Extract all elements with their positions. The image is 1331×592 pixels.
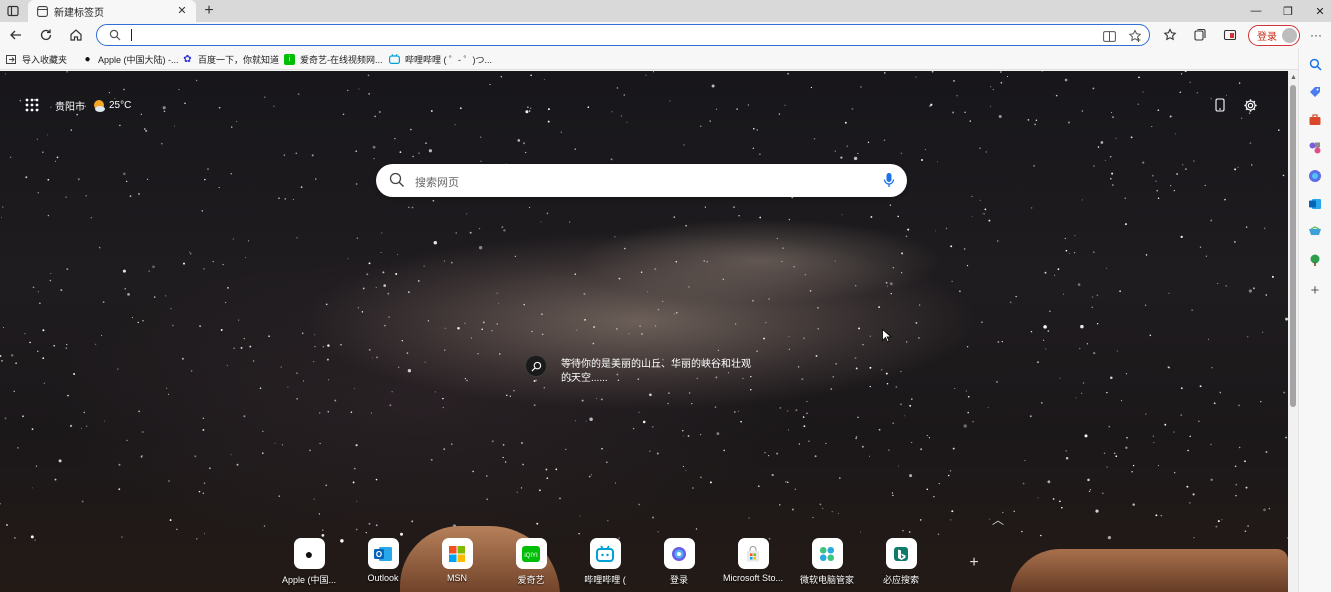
quick-link-iqiyi[interactable]: iQIYI 爱奇艺 — [494, 538, 568, 586]
search-icon — [389, 172, 405, 191]
scroll-up-arrow-icon[interactable]: ▲ — [1290, 74, 1297, 81]
new-tab-icon — [36, 5, 48, 17]
msn-icon — [441, 538, 473, 569]
partly-sunny-icon — [92, 99, 106, 113]
weather-widget[interactable]: 贵阳市 25°C — [55, 98, 131, 113]
tab-strip: 新建标签页 ✕ + — ❐ ✕ — [0, 0, 1331, 22]
toolbar: 登录 ··· — [0, 22, 1331, 48]
sidebar-tools-icon[interactable] — [1307, 112, 1323, 128]
quick-link-bilibili[interactable]: 哔哩哔哩 ( — [568, 538, 642, 586]
image-search-icon[interactable] — [525, 355, 547, 377]
weather-city: 贵阳市 — [55, 102, 85, 113]
favorites-bar: 导入收藏夹 ● Apple (中国大陆) -... ✿ 百度一下，你就知道 i … — [0, 48, 1331, 70]
iqiyi-icon: iQIYI — [515, 538, 547, 569]
mobile-phone-icon[interactable] — [1211, 96, 1229, 114]
add-favorite-icon[interactable] — [1127, 28, 1143, 44]
sidebar-shopping-tag-icon[interactable] — [1307, 84, 1323, 100]
tab-close-icon[interactable]: ✕ — [176, 5, 188, 17]
add-quick-link-button[interactable]: + — [966, 554, 982, 572]
more-menu-icon[interactable]: ··· — [1306, 25, 1326, 45]
collections-icon — [1194, 28, 1206, 41]
page-scrollbar[interactable]: ▲ — [1288, 71, 1298, 592]
outlook-icon: O — [367, 538, 399, 569]
sidebar-add-icon[interactable]: + — [1307, 282, 1323, 299]
back-arrow-icon — [10, 30, 21, 40]
sidebar-games-icon[interactable] — [1307, 140, 1323, 156]
favorite-iqiyi[interactable]: i 爱奇艺-在线视频网... — [284, 51, 383, 67]
starfield-background — [0, 71, 1288, 543]
tab-actions-icon[interactable] — [4, 3, 22, 19]
favorites-star-icon — [1163, 28, 1177, 41]
quick-link-microsoft-store[interactable]: Microsoft Sto... — [716, 538, 790, 583]
refresh-button[interactable] — [36, 25, 56, 45]
page-settings-gear-icon[interactable] — [1241, 96, 1259, 114]
tab-title: 新建标签页 — [54, 7, 104, 19]
favorite-bilibili[interactable]: 哔哩哔哩 ( ゜- ゜)つ... — [389, 51, 492, 67]
new-tab-page: 贵阳市 25°C 搜索网页 等待你的是美丽的山丘、华丽的峡谷和壮观的天空....… — [0, 71, 1288, 592]
favorite-baidu[interactable]: ✿ 百度一下，你就知道 — [182, 51, 279, 67]
address-bar[interactable] — [96, 24, 1150, 46]
bilibili-icon — [389, 54, 400, 65]
import-icon — [6, 54, 17, 65]
sidebar-drop-icon[interactable] — [1307, 224, 1323, 240]
quick-link-login[interactable]: 登录 — [642, 538, 716, 586]
edge-sidebar: + — [1298, 48, 1331, 592]
apple-icon: ● — [293, 538, 325, 569]
copilot-icon — [663, 538, 695, 569]
sidebar-copilot-icon[interactable] — [1307, 168, 1323, 184]
search-icon — [109, 29, 121, 44]
web-search-box[interactable]: 搜索网页 — [376, 164, 907, 197]
quick-link-pc-manager[interactable]: 微软电脑管家 — [790, 538, 864, 586]
mouse-cursor-icon — [882, 329, 892, 343]
sidebar-outlook-icon[interactable] — [1307, 196, 1323, 212]
scrollbar-thumb[interactable] — [1290, 85, 1296, 407]
home-icon — [70, 29, 82, 41]
favorite-import[interactable]: 导入收藏夹 — [6, 51, 67, 67]
favorites-button[interactable] — [1160, 25, 1180, 45]
quick-link-outlook[interactable]: O Outlook — [346, 538, 420, 583]
weather-temp: 25°C — [109, 100, 132, 111]
minimize-button[interactable]: — — [1239, 0, 1273, 22]
iqiyi-icon: i — [284, 53, 295, 65]
svg-text:iQIYI: iQIYI — [524, 553, 538, 559]
quick-link-bing[interactable]: 必应搜索 — [864, 538, 938, 586]
quick-link-apple[interactable]: ● Apple (中国... — [272, 538, 346, 586]
favorite-apple[interactable]: ● Apple (中国大陆) -... — [82, 51, 178, 67]
apple-icon: ● — [84, 53, 91, 65]
login-label: 登录 — [1257, 32, 1277, 43]
reader-view-icon[interactable] — [1101, 28, 1117, 44]
bing-icon — [885, 538, 917, 569]
restore-button[interactable]: ❐ — [1271, 0, 1305, 22]
new-tab-button[interactable]: + — [200, 1, 218, 21]
collections-button[interactable] — [1190, 25, 1210, 45]
apps-launcher-icon[interactable] — [24, 97, 40, 113]
close-window-button[interactable]: ✕ — [1303, 0, 1331, 22]
sidebar-tree-icon[interactable] — [1307, 252, 1323, 268]
home-button[interactable] — [66, 25, 86, 45]
split-screen-icon — [1223, 29, 1237, 41]
rock-formation-right — [1010, 549, 1288, 592]
tab-new-tab[interactable]: 新建标签页 ✕ — [28, 0, 196, 22]
text-caret — [131, 29, 132, 41]
avatar-icon — [1282, 28, 1297, 43]
address-input[interactable] — [129, 27, 1029, 43]
store-icon — [737, 538, 769, 569]
pc-manager-icon — [811, 538, 843, 569]
search-placeholder: 搜索网页 — [415, 177, 459, 189]
svg-text:O: O — [376, 550, 382, 559]
refresh-icon — [40, 29, 52, 41]
image-caption: 等待你的是美丽的山丘、华丽的峡谷和壮观的天空...... — [561, 359, 751, 384]
login-button[interactable]: 登录 — [1248, 25, 1300, 46]
chevron-up-icon[interactable]: ︿ — [992, 511, 1004, 528]
microphone-icon[interactable] — [883, 172, 895, 191]
sidebar-search-icon[interactable] — [1307, 56, 1323, 72]
back-button[interactable] — [6, 25, 26, 45]
quick-link-msn[interactable]: MSN — [420, 538, 494, 583]
baidu-icon: ✿ — [183, 53, 192, 65]
bilibili-icon — [589, 538, 621, 569]
background-image-info[interactable]: 等待你的是美丽的山丘、华丽的峡谷和壮观的天空...... — [525, 355, 751, 386]
browser-essentials-button[interactable] — [1220, 25, 1240, 45]
